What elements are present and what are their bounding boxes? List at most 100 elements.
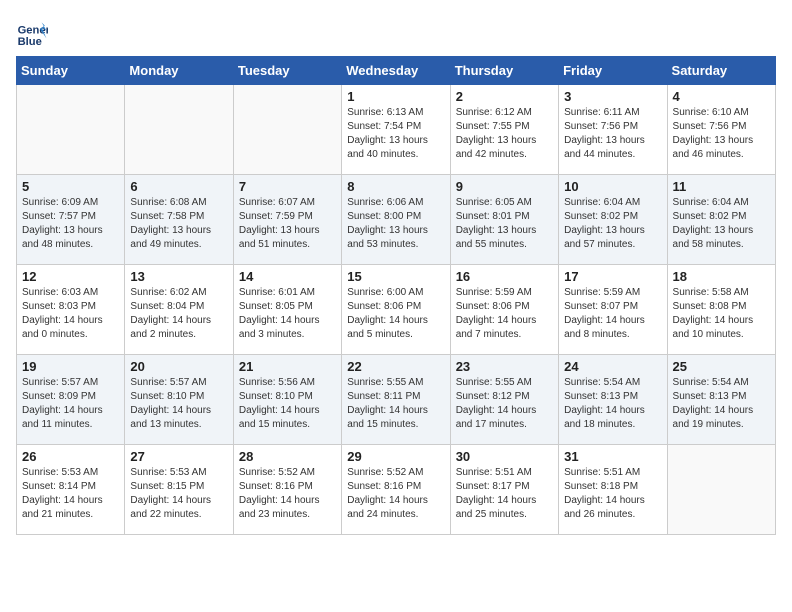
day-number: 31 xyxy=(564,449,661,464)
weekday-header-tuesday: Tuesday xyxy=(233,57,341,85)
calendar-cell xyxy=(125,85,233,175)
day-number: 1 xyxy=(347,89,444,104)
calendar-cell: 2 Sunrise: 6:12 AM Sunset: 7:55 PM Daylig… xyxy=(450,85,558,175)
calendar-cell: 21 Sunrise: 5:56 AM Sunset: 8:10 PM Dayli… xyxy=(233,355,341,445)
day-number: 23 xyxy=(456,359,553,374)
day-number: 18 xyxy=(673,269,770,284)
day-number: 2 xyxy=(456,89,553,104)
calendar-cell: 31 Sunrise: 5:51 AM Sunset: 8:18 PM Dayli… xyxy=(559,445,667,535)
cell-info: Sunrise: 6:02 AM Sunset: 8:04 PM Dayligh… xyxy=(130,286,227,342)
day-number: 27 xyxy=(130,449,227,464)
day-number: 13 xyxy=(130,269,227,284)
calendar-cell xyxy=(17,85,125,175)
calendar-cell: 19 Sunrise: 5:57 AM Sunset: 8:09 PM Dayli… xyxy=(17,355,125,445)
cell-info: Sunrise: 5:52 AM Sunset: 8:16 PM Dayligh… xyxy=(347,466,444,522)
cell-info: Sunrise: 6:13 AM Sunset: 7:54 PM Dayligh… xyxy=(347,106,444,162)
cell-info: Sunrise: 6:07 AM Sunset: 7:59 PM Dayligh… xyxy=(239,196,336,252)
calendar-cell xyxy=(667,445,775,535)
calendar-cell: 28 Sunrise: 5:52 AM Sunset: 8:16 PM Dayli… xyxy=(233,445,341,535)
day-number: 14 xyxy=(239,269,336,284)
cell-info: Sunrise: 5:57 AM Sunset: 8:10 PM Dayligh… xyxy=(130,376,227,432)
cell-info: Sunrise: 5:51 AM Sunset: 8:18 PM Dayligh… xyxy=(564,466,661,522)
calendar-cell: 29 Sunrise: 5:52 AM Sunset: 8:16 PM Dayli… xyxy=(342,445,450,535)
cell-info: Sunrise: 6:08 AM Sunset: 7:58 PM Dayligh… xyxy=(130,196,227,252)
day-number: 17 xyxy=(564,269,661,284)
calendar-cell: 17 Sunrise: 5:59 AM Sunset: 8:07 PM Dayli… xyxy=(559,265,667,355)
calendar-cell: 16Sunrise: 5:59 AM Sunset: 8:06 PM Dayli… xyxy=(450,265,558,355)
calendar-cell: 12Sunrise: 6:03 AM Sunset: 8:03 PM Dayli… xyxy=(17,265,125,355)
cell-info: Sunrise: 6:06 AM Sunset: 8:00 PM Dayligh… xyxy=(347,196,444,252)
day-number: 5 xyxy=(22,179,119,194)
day-number: 7 xyxy=(239,179,336,194)
calendar-cell: 4Sunrise: 6:10 AM Sunset: 7:56 PM Daylig… xyxy=(667,85,775,175)
calendar-cell: 25 Sunrise: 5:54 AM Sunset: 8:13 PM Dayli… xyxy=(667,355,775,445)
day-number: 8 xyxy=(347,179,444,194)
cell-info: Sunrise: 5:58 AM Sunset: 8:08 PM Dayligh… xyxy=(673,286,770,342)
weekday-header-saturday: Saturday xyxy=(667,57,775,85)
cell-info: Sunrise: 5:51 AM Sunset: 8:17 PM Dayligh… xyxy=(456,466,553,522)
cell-info: Sunrise: 5:59 AM Sunset: 8:07 PM Dayligh… xyxy=(564,286,661,342)
day-number: 30 xyxy=(456,449,553,464)
day-number: 16 xyxy=(456,269,553,284)
day-number: 21 xyxy=(239,359,336,374)
cell-info: Sunrise: 5:52 AM Sunset: 8:16 PM Dayligh… xyxy=(239,466,336,522)
cell-info: Sunrise: 6:00 AM Sunset: 8:06 PM Dayligh… xyxy=(347,286,444,342)
calendar-week-row: 12Sunrise: 6:03 AM Sunset: 8:03 PM Dayli… xyxy=(17,265,776,355)
calendar-week-row: 5 Sunrise: 6:09 AM Sunset: 7:57 PM Daylig… xyxy=(17,175,776,265)
calendar-cell: 18 Sunrise: 5:58 AM Sunset: 8:08 PM Dayli… xyxy=(667,265,775,355)
cell-info: Sunrise: 6:04 AM Sunset: 8:02 PM Dayligh… xyxy=(673,196,770,252)
cell-info: Sunrise: 6:04 AM Sunset: 8:02 PM Dayligh… xyxy=(564,196,661,252)
calendar-cell: 10 Sunrise: 6:04 AM Sunset: 8:02 PM Dayli… xyxy=(559,175,667,265)
calendar-cell xyxy=(233,85,341,175)
day-number: 4 xyxy=(673,89,770,104)
day-number: 3 xyxy=(564,89,661,104)
cell-info: Sunrise: 6:01 AM Sunset: 8:05 PM Dayligh… xyxy=(239,286,336,342)
calendar-cell: 24Sunrise: 5:54 AM Sunset: 8:13 PM Dayli… xyxy=(559,355,667,445)
cell-info: Sunrise: 6:09 AM Sunset: 7:57 PM Dayligh… xyxy=(22,196,119,252)
calendar-cell: 22Sunrise: 5:55 AM Sunset: 8:11 PM Dayli… xyxy=(342,355,450,445)
day-number: 22 xyxy=(347,359,444,374)
day-number: 15 xyxy=(347,269,444,284)
calendar-week-row: 19 Sunrise: 5:57 AM Sunset: 8:09 PM Dayli… xyxy=(17,355,776,445)
weekday-header-friday: Friday xyxy=(559,57,667,85)
calendar-table: SundayMondayTuesdayWednesdayThursdayFrid… xyxy=(16,56,776,535)
weekday-header-wednesday: Wednesday xyxy=(342,57,450,85)
calendar-week-row: 1 Sunrise: 6:13 AM Sunset: 7:54 PM Daylig… xyxy=(17,85,776,175)
day-number: 10 xyxy=(564,179,661,194)
day-number: 29 xyxy=(347,449,444,464)
svg-text:General: General xyxy=(18,25,48,37)
calendar-cell: 1 Sunrise: 6:13 AM Sunset: 7:54 PM Daylig… xyxy=(342,85,450,175)
weekday-header-sunday: Sunday xyxy=(17,57,125,85)
calendar-cell: 7 Sunrise: 6:07 AM Sunset: 7:59 PM Daylig… xyxy=(233,175,341,265)
calendar-cell: 3 Sunrise: 6:11 AM Sunset: 7:56 PM Daylig… xyxy=(559,85,667,175)
calendar-cell: 9Sunrise: 6:05 AM Sunset: 8:01 PM Daylig… xyxy=(450,175,558,265)
cell-info: Sunrise: 5:54 AM Sunset: 8:13 PM Dayligh… xyxy=(673,376,770,432)
svg-text:Blue: Blue xyxy=(18,36,42,48)
calendar-cell: 27 Sunrise: 5:53 AM Sunset: 8:15 PM Dayli… xyxy=(125,445,233,535)
calendar-cell: 15 Sunrise: 6:00 AM Sunset: 8:06 PM Dayli… xyxy=(342,265,450,355)
day-number: 19 xyxy=(22,359,119,374)
day-number: 6 xyxy=(130,179,227,194)
day-number: 12 xyxy=(22,269,119,284)
day-number: 24 xyxy=(564,359,661,374)
logo-icon: General Blue xyxy=(16,16,48,48)
cell-info: Sunrise: 5:53 AM Sunset: 8:15 PM Dayligh… xyxy=(130,466,227,522)
calendar-week-row: 26 Sunrise: 5:53 AM Sunset: 8:14 PM Dayli… xyxy=(17,445,776,535)
cell-info: Sunrise: 5:53 AM Sunset: 8:14 PM Dayligh… xyxy=(22,466,119,522)
cell-info: Sunrise: 5:57 AM Sunset: 8:09 PM Dayligh… xyxy=(22,376,119,432)
cell-info: Sunrise: 6:12 AM Sunset: 7:55 PM Dayligh… xyxy=(456,106,553,162)
calendar-cell: 14 Sunrise: 6:01 AM Sunset: 8:05 PM Dayli… xyxy=(233,265,341,355)
calendar-cell: 26 Sunrise: 5:53 AM Sunset: 8:14 PM Dayli… xyxy=(17,445,125,535)
day-number: 28 xyxy=(239,449,336,464)
day-number: 11 xyxy=(673,179,770,194)
cell-info: Sunrise: 5:56 AM Sunset: 8:10 PM Dayligh… xyxy=(239,376,336,432)
calendar-cell: 13 Sunrise: 6:02 AM Sunset: 8:04 PM Dayli… xyxy=(125,265,233,355)
cell-info: Sunrise: 6:11 AM Sunset: 7:56 PM Dayligh… xyxy=(564,106,661,162)
day-number: 26 xyxy=(22,449,119,464)
day-number: 25 xyxy=(673,359,770,374)
weekday-header-monday: Monday xyxy=(125,57,233,85)
cell-info: Sunrise: 5:55 AM Sunset: 8:12 PM Dayligh… xyxy=(456,376,553,432)
calendar-cell: 23 Sunrise: 5:55 AM Sunset: 8:12 PM Dayli… xyxy=(450,355,558,445)
day-number: 20 xyxy=(130,359,227,374)
calendar-cell: 5 Sunrise: 6:09 AM Sunset: 7:57 PM Daylig… xyxy=(17,175,125,265)
